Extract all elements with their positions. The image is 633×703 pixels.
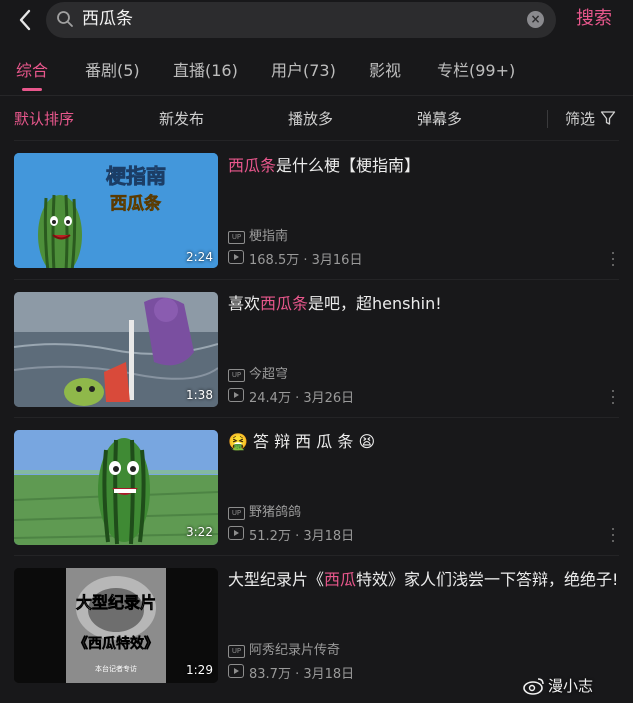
thumbnail-caption: 西瓜条 xyxy=(110,193,162,214)
uploader-row[interactable]: UP 阿秀纪录片传奇 xyxy=(228,642,340,660)
view-count: 83.7万 xyxy=(249,667,291,682)
stats-row: 24.4万 · 3月26日 xyxy=(228,388,354,408)
publish-date: 3月18日 xyxy=(303,667,355,682)
publish-date: 3月26日 xyxy=(303,391,355,406)
more-options-icon[interactable] xyxy=(608,251,618,267)
sort-most-danmaku[interactable]: 弹幕多 xyxy=(417,108,462,130)
tabs-divider xyxy=(0,95,633,96)
title-text: 是什么梗【梗指南】 xyxy=(276,156,421,175)
title-text: 大型纪录片《 xyxy=(228,570,325,589)
view-count: 168.5万 xyxy=(249,253,300,268)
title-text: 🤮 答 辩 西 瓜 条 😫 xyxy=(228,432,376,451)
uploader-row[interactable]: UP 今超穹 xyxy=(228,366,288,384)
video-duration: 2:24 xyxy=(186,250,213,264)
divider xyxy=(14,140,619,141)
video-title[interactable]: 大型纪录片《西瓜特效》家人们浅尝一下答辩，绝绝子! xyxy=(228,568,620,592)
uploader-name: 今超穹 xyxy=(249,367,289,382)
play-count-icon xyxy=(228,388,244,402)
watermark-text: 漫小志 xyxy=(548,677,594,695)
video-duration: 1:29 xyxy=(186,663,213,677)
view-count: 24.4万 xyxy=(249,391,291,406)
divider xyxy=(14,279,619,280)
video-title[interactable]: 🤮 答 辩 西 瓜 条 😫 xyxy=(228,430,620,454)
search-button[interactable]: 搜索 xyxy=(576,6,612,32)
up-badge: UP xyxy=(228,231,245,244)
up-badge: UP xyxy=(228,645,245,658)
publish-date: 3月16日 xyxy=(311,253,363,268)
uploader-row[interactable]: UP 梗指南 xyxy=(228,228,288,246)
clear-search-icon[interactable]: × xyxy=(527,11,544,28)
video-duration: 3:22 xyxy=(186,525,213,539)
tab-users[interactable]: 用户(73) xyxy=(271,60,336,82)
up-badge: UP xyxy=(228,507,245,520)
highlight-keyword: 西瓜条 xyxy=(260,294,309,313)
divider xyxy=(14,417,619,418)
more-options-icon[interactable] xyxy=(608,527,618,543)
tab-articles[interactable]: 专栏(99+) xyxy=(437,60,515,82)
title-text: 喜欢 xyxy=(228,294,261,313)
play-count-icon xyxy=(228,526,244,540)
uploader-name: 阿秀纪录片传奇 xyxy=(249,643,341,658)
filter-funnel-icon[interactable] xyxy=(600,110,616,126)
title-text: 是吧，超henshin! xyxy=(308,294,442,313)
sort-newest[interactable]: 新发布 xyxy=(159,108,204,130)
video-title[interactable]: 喜欢西瓜条是吧，超henshin! xyxy=(228,292,620,316)
video-title[interactable]: 西瓜条是什么梗【梗指南】 xyxy=(228,154,620,178)
stats-row: 51.2万 · 3月18日 xyxy=(228,526,354,546)
back-arrow-icon[interactable] xyxy=(14,8,38,32)
active-tab-indicator xyxy=(22,88,42,91)
divider xyxy=(14,555,619,556)
thumbnail-caption: 本台记者专访 xyxy=(95,664,137,673)
publish-date: 3月18日 xyxy=(303,529,355,544)
play-count-icon xyxy=(228,250,244,264)
stats-row: 83.7万 · 3月18日 xyxy=(228,664,354,684)
view-count: 51.2万 xyxy=(249,529,291,544)
weibo-logo-icon xyxy=(523,678,544,695)
sort-default[interactable]: 默认排序 xyxy=(14,108,74,130)
video-duration: 1:38 xyxy=(186,388,213,402)
tab-movies[interactable]: 影视 xyxy=(369,60,401,82)
search-input[interactable]: 西瓜条 xyxy=(82,8,133,30)
uploader-name: 野猪鸽鸽 xyxy=(249,505,302,520)
search-icon xyxy=(57,11,73,27)
more-options-icon[interactable] xyxy=(608,389,618,405)
uploader-name: 梗指南 xyxy=(249,229,289,244)
tab-live[interactable]: 直播(16) xyxy=(173,60,238,82)
thumbnail-caption: 大型纪录片 xyxy=(76,593,156,612)
highlight-keyword: 西瓜 xyxy=(324,570,357,589)
tab-anime[interactable]: 番剧(5) xyxy=(85,60,140,82)
stats-row: 168.5万 · 3月16日 xyxy=(228,250,362,270)
uploader-row[interactable]: UP 野猪鸽鸽 xyxy=(228,504,301,522)
thumbnail-caption: 梗指南 xyxy=(106,164,166,188)
thumbnail-caption: 《西瓜特效》 xyxy=(74,635,158,652)
tab-all[interactable]: 综合 xyxy=(16,60,48,82)
title-text: 特效》家人们浅尝一下答辩，绝绝子! xyxy=(356,570,619,589)
filter-button[interactable]: 筛选 xyxy=(565,108,595,130)
sort-most-played[interactable]: 播放多 xyxy=(288,108,333,130)
highlight-keyword: 西瓜条 xyxy=(228,156,277,175)
play-count-icon xyxy=(228,664,244,678)
sort-separator xyxy=(547,110,548,128)
up-badge: UP xyxy=(228,369,245,382)
